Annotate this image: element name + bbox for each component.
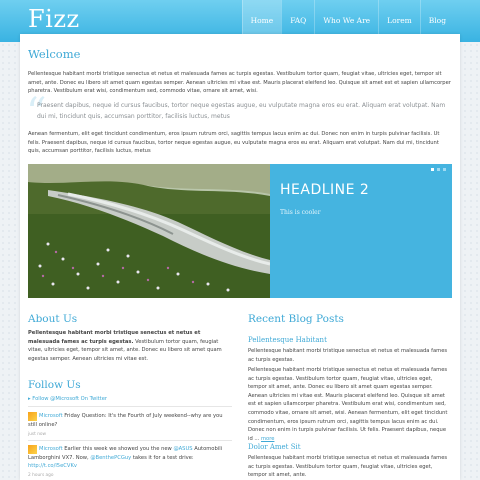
slider-dot-1[interactable] (431, 168, 434, 171)
welcome-paragraph-2: Aenean fermentum, elit eget tincidunt co… (28, 131, 440, 155)
twitter-follow-link[interactable]: ▸ Follow @Microsoft On Twitter (28, 396, 107, 402)
slider-headline: HEADLINE 2 (280, 182, 370, 198)
welcome-title: Welcome (28, 47, 81, 61)
welcome-quote: Praesent dapibus, neque id cursus faucib… (37, 102, 446, 120)
blog-post-body: Pellentesque habitant morbi tristique se… (248, 366, 452, 443)
slider-dot-2[interactable] (437, 168, 440, 171)
bird-icon: ▸ (28, 396, 31, 402)
slider-image (28, 164, 270, 298)
blog-post-title[interactable]: Dolor Amet Sit (248, 443, 301, 451)
twitter-follow-label: Follow @Microsoft On Twitter (32, 396, 108, 402)
more-link[interactable]: more (261, 436, 274, 442)
blog-title: Recent Blog Posts (248, 313, 344, 325)
about-text: Pellentesque habitant morbi tristique se… (28, 329, 232, 363)
image-slider[interactable]: HEADLINE 2 This is cooler (28, 164, 452, 298)
tweet-body: Earlier this week we showed you the new (62, 446, 174, 452)
follow-title: Follow Us (28, 379, 81, 391)
blog-post-summary: Pellentesque habitant morbi tristique se… (248, 455, 448, 479)
tweet-text: Microsoft Friday Question: It's the Four… (28, 412, 232, 429)
tweet-url-link[interactable]: http://t.co/l5eCVKv (28, 463, 77, 469)
blog-post-text: Pellentesque habitant morbi tristique se… (248, 367, 448, 442)
about-title: About Us (28, 313, 78, 325)
blog-post-title[interactable]: Pellentesque Habitant (248, 336, 327, 344)
slider-pager (431, 168, 446, 171)
tweet-time: 2 hours ago (28, 473, 54, 478)
slider-dot-3[interactable] (443, 168, 446, 171)
slider-subtitle: This is cooler (280, 209, 321, 216)
blog-post-summary: Pellentesque habitant morbi tristique se… (248, 348, 448, 363)
tweet-handle[interactable]: Microsoft (39, 446, 63, 452)
tweet-time: just now (28, 432, 47, 437)
divider (28, 406, 232, 407)
tweet-mention[interactable]: @BenthePCGuy (90, 455, 131, 461)
tweet-mention[interactable]: @ASUS (173, 446, 192, 452)
tweet-body: takes it for a test drive: (131, 454, 194, 461)
divider (28, 440, 232, 441)
tweet-handle[interactable]: Microsoft (39, 413, 63, 419)
slider-caption: HEADLINE 2 This is cooler (270, 164, 452, 298)
tweet-text: Microsoft Earlier this week we showed yo… (28, 445, 232, 471)
welcome-paragraph: Pellentesque habitant morbi tristique se… (28, 71, 451, 95)
site-logo[interactable]: Fizz (28, 5, 80, 33)
